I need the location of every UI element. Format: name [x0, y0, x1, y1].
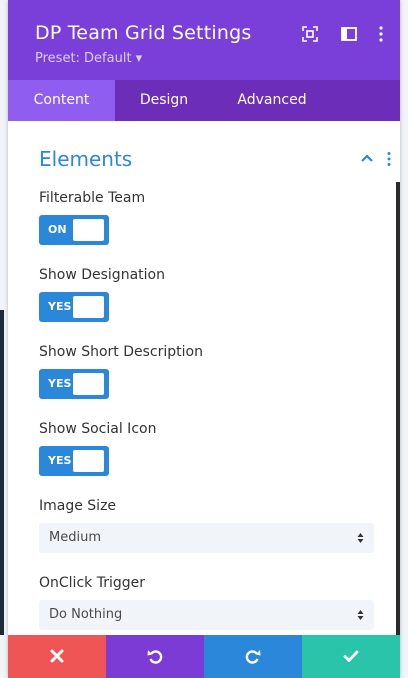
show-designation-toggle[interactable]: YES	[39, 292, 109, 322]
select-value: Do Nothing	[49, 607, 123, 622]
redo-icon	[245, 650, 261, 664]
toggle-text: ON	[48, 223, 67, 236]
onclick-trigger-select[interactable]: Do Nothing	[39, 600, 374, 630]
onclick-trigger-label: OnClick Trigger	[39, 575, 145, 591]
save-button[interactable]	[302, 635, 400, 678]
toggle-text: YES	[48, 454, 72, 467]
filterable-team-toggle[interactable]: ON	[39, 215, 109, 245]
toggle-knob	[73, 373, 104, 395]
tab-bar: Content Design Advanced	[8, 80, 400, 121]
show-designation-label: Show Designation	[39, 267, 165, 283]
show-short-description-toggle[interactable]: YES	[39, 369, 109, 399]
tab-design[interactable]: Design	[115, 80, 213, 121]
page-scrollbar	[0, 310, 4, 635]
image-size-label: Image Size	[39, 498, 117, 514]
tab-content[interactable]: Content	[8, 80, 115, 121]
focus-icon[interactable]	[301, 25, 319, 43]
toggle-text: YES	[48, 377, 72, 390]
toggle-knob	[73, 450, 104, 472]
settings-modal: DP Team Grid Settings Preset: Default ▾ …	[8, 0, 400, 678]
toggle-text: YES	[48, 300, 72, 313]
select-arrows-icon	[357, 533, 364, 543]
show-social-icon-toggle[interactable]: YES	[39, 446, 109, 476]
toggle-knob	[73, 296, 104, 318]
split-view-icon[interactable]	[340, 25, 358, 43]
cancel-button[interactable]	[8, 635, 106, 678]
toggle-knob	[73, 219, 104, 241]
preset-dropdown[interactable]: Preset: Default ▾	[35, 51, 142, 66]
select-value: Medium	[49, 530, 101, 545]
section-menu-icon[interactable]	[386, 151, 392, 167]
scrollbar[interactable]	[396, 182, 400, 635]
modal-footer	[8, 635, 400, 678]
filterable-team-label: Filterable Team	[39, 190, 146, 206]
undo-icon	[147, 650, 163, 664]
check-icon	[343, 650, 359, 662]
chevron-up-icon[interactable]	[360, 151, 374, 165]
more-vertical-icon[interactable]	[378, 25, 384, 43]
modal-title: DP Team Grid Settings	[35, 22, 252, 44]
undo-button[interactable]	[106, 635, 204, 678]
modal-header: DP Team Grid Settings Preset: Default ▾	[8, 0, 400, 80]
content-panel: Elements Filterable Team ON Show Designa…	[8, 121, 400, 635]
section-title[interactable]: Elements	[39, 147, 132, 171]
show-short-description-label: Show Short Description	[39, 344, 203, 360]
image-size-select[interactable]: Medium	[39, 523, 374, 553]
close-icon	[50, 649, 64, 663]
select-arrows-icon	[357, 610, 364, 620]
redo-button[interactable]	[204, 635, 302, 678]
tab-advanced[interactable]: Advanced	[213, 80, 331, 121]
show-social-icon-label: Show Social Icon	[39, 421, 157, 437]
